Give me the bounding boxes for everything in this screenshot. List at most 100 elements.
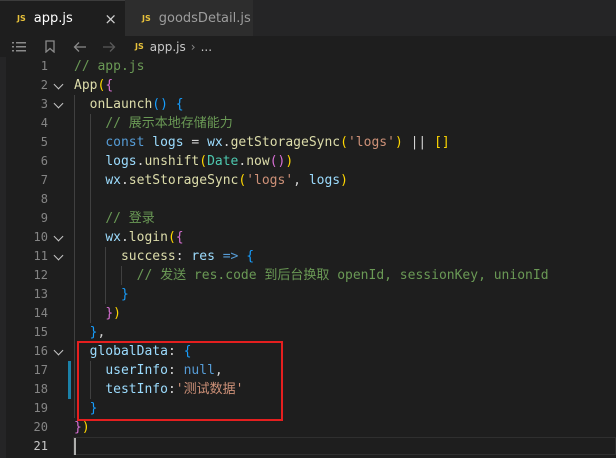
- code-token: success: [120, 249, 176, 264]
- close-icon[interactable]: ×: [104, 10, 117, 28]
- line-number: 17: [33, 363, 48, 377]
- code-text: wx.login({: [74, 228, 183, 247]
- javascript-file-icon: JS: [135, 42, 144, 51]
- tab-goodsdetail-js[interactable]: JS goodsDetail.js: [125, 0, 253, 36]
- line-number: 18: [33, 382, 48, 396]
- code-line[interactable]: 7 wx.setStorageSync('logs', logs): [0, 171, 616, 190]
- code-token: wx: [105, 173, 121, 188]
- code-line[interactable]: 9 // 登录: [0, 209, 616, 228]
- breadcrumb-more[interactable]: ...: [201, 40, 212, 54]
- line-number: 9: [40, 211, 48, 225]
- current-line-highlight: [73, 437, 616, 455]
- annotation-highlight-box: [77, 341, 283, 421]
- code-token: onLaunch: [89, 97, 153, 112]
- code-token: App: [74, 78, 98, 93]
- code-line[interactable]: 4 // 展示本地存储能力: [0, 114, 616, 133]
- line-number: 13: [33, 287, 48, 301]
- code-token: (): [269, 154, 286, 169]
- code-token: }: [74, 420, 82, 435]
- code-token: {: [246, 249, 255, 264]
- code-text: logs.unshift(Date.now()): [74, 152, 293, 171]
- code-token: }: [105, 306, 114, 321]
- code-token: ): [394, 135, 403, 150]
- code-line[interactable]: 5 const logs = wx.getStorageSync('logs')…: [0, 133, 616, 152]
- code-token: now: [246, 154, 270, 169]
- code-token: // 登录: [105, 211, 155, 226]
- javascript-file-icon: JS: [17, 14, 26, 23]
- chevron-down-icon[interactable]: [53, 250, 64, 261]
- arrow-right-icon[interactable]: [102, 36, 116, 57]
- line-number: 19: [33, 401, 48, 415]
- code-line[interactable]: 8: [0, 190, 616, 209]
- code-line[interactable]: 13 }: [0, 285, 616, 304]
- line-number: 14: [33, 306, 48, 320]
- code-token: const: [105, 135, 145, 150]
- chevron-right-icon: ›: [190, 39, 196, 54]
- text-cursor: [74, 438, 76, 455]
- line-number: 12: [33, 268, 48, 282]
- code-token: logs: [105, 154, 137, 169]
- breadcrumb-bar: JS app.js › ...: [0, 36, 616, 57]
- chevron-down-icon[interactable]: [53, 79, 64, 90]
- code-line[interactable]: 10 wx.login({: [0, 228, 616, 247]
- tab-label: goodsDetail.js: [158, 10, 251, 26]
- code-editor[interactable]: 1// app.js 2 App({3 onLaunch() {4 // 展示本地存…: [0, 57, 616, 458]
- chevron-down-icon[interactable]: [53, 98, 64, 109]
- line-number: 11: [33, 249, 48, 263]
- code-token: (: [167, 230, 176, 245]
- code-token: :: [175, 249, 192, 264]
- code-token: getStorageSync: [230, 135, 341, 150]
- code-token: ,: [97, 325, 106, 340]
- list-icon[interactable]: [12, 36, 26, 57]
- code-token: ): [81, 420, 90, 435]
- code-line[interactable]: 6 logs.unshift(Date.now()): [0, 152, 616, 171]
- line-number: 5: [40, 135, 48, 149]
- code-token: ,: [293, 173, 309, 188]
- chevron-down-icon[interactable]: [53, 345, 64, 356]
- code-text: onLaunch() {: [74, 95, 184, 114]
- line-number: 2: [40, 78, 48, 92]
- line-number: 16: [33, 344, 48, 358]
- code-line[interactable]: 11 success: res => {: [0, 247, 616, 266]
- code-token: =>: [214, 249, 247, 264]
- line-number: 8: [40, 192, 48, 206]
- editor-tab-bar: JS app.js × JS goodsDetail.js: [0, 0, 616, 36]
- arrow-left-icon[interactable]: [73, 36, 87, 57]
- code-text: App({: [74, 76, 113, 95]
- code-line[interactable]: 14 }): [0, 304, 616, 323]
- code-token: ||: [402, 135, 435, 150]
- code-token: // app.js: [74, 59, 145, 74]
- code-token: login: [128, 230, 168, 245]
- code-token: wx: [207, 135, 223, 150]
- code-token: []: [434, 135, 450, 150]
- code-text: // 展示本地存储能力: [74, 114, 232, 133]
- code-token: // 发送 res.code 到后台换取 openId, sessionKey,…: [136, 268, 549, 283]
- code-line[interactable]: 2 App({: [0, 76, 616, 95]
- line-number: 6: [40, 154, 48, 168]
- line-number: 20: [33, 420, 48, 434]
- code-line[interactable]: 12 // 发送 res.code 到后台换取 openId, sessionK…: [0, 266, 616, 285]
- line-number: 7: [40, 173, 48, 187]
- code-line[interactable]: 3 onLaunch() {: [0, 95, 616, 114]
- bookmark-icon[interactable]: [45, 36, 55, 57]
- code-line[interactable]: 1 // app.js: [0, 57, 616, 76]
- code-token: =: [183, 135, 208, 150]
- code-token: logs: [152, 135, 184, 150]
- chevron-down-icon[interactable]: [53, 231, 64, 242]
- code-text: }): [74, 304, 121, 323]
- code-line[interactable]: 15 },: [0, 323, 616, 342]
- code-token: }: [120, 287, 129, 302]
- breadcrumb-file[interactable]: app.js: [150, 40, 186, 54]
- modified-line-indicator: [68, 361, 71, 399]
- code-text: // 发送 res.code 到后台换取 openId, sessionKey,…: [74, 266, 549, 285]
- tab-app-js[interactable]: JS app.js ×: [0, 0, 125, 36]
- line-number: 21: [33, 439, 48, 453]
